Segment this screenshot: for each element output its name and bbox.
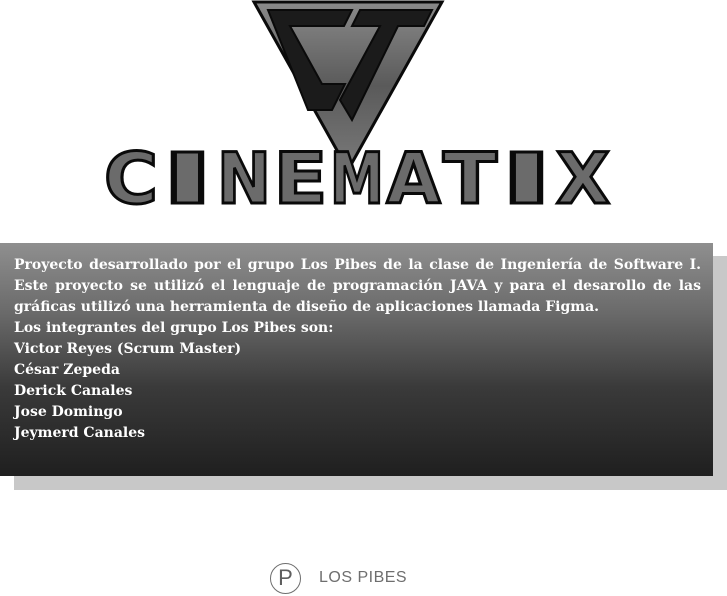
member-item: Victor Reyes (Scrum Master)	[14, 341, 242, 357]
wordmark-letter: N	[217, 138, 271, 220]
project-description: Proyecto desarrollado por el grupo Los P…	[14, 257, 701, 315]
members-list: Victor Reyes (Scrum Master) César Zepeda…	[14, 339, 701, 444]
members-heading: Los integrantes del grupo Los Pibes son:	[14, 320, 334, 336]
wordmark-letter: M	[330, 138, 384, 220]
cinematix-logo: CINEMATIX	[0, 0, 727, 230]
wordmark-letter: I	[161, 138, 215, 220]
info-panel: Proyecto desarrollado por el grupo Los P…	[0, 243, 713, 476]
wordmark-letter: C	[104, 138, 158, 220]
member-item: César Zepeda	[14, 362, 120, 378]
member-item: Jeymerd Canales	[14, 425, 145, 441]
wordmark-letter: A	[387, 138, 441, 220]
member-item: Derick Canales	[14, 383, 133, 399]
los-pibes-logo-icon: P	[270, 562, 301, 594]
footer-brand: P LOS PIBES	[270, 560, 407, 596]
cinematix-wordmark: CINEMATIX	[103, 137, 612, 222]
wordmark-letter: X	[556, 138, 610, 220]
wordmark-letter: E	[274, 138, 328, 220]
member-item: Jose Domingo	[14, 404, 123, 420]
brand-name: LOS PIBES	[319, 569, 408, 586]
wordmark-letter: T	[443, 138, 497, 220]
wordmark-letter: I	[500, 138, 554, 220]
